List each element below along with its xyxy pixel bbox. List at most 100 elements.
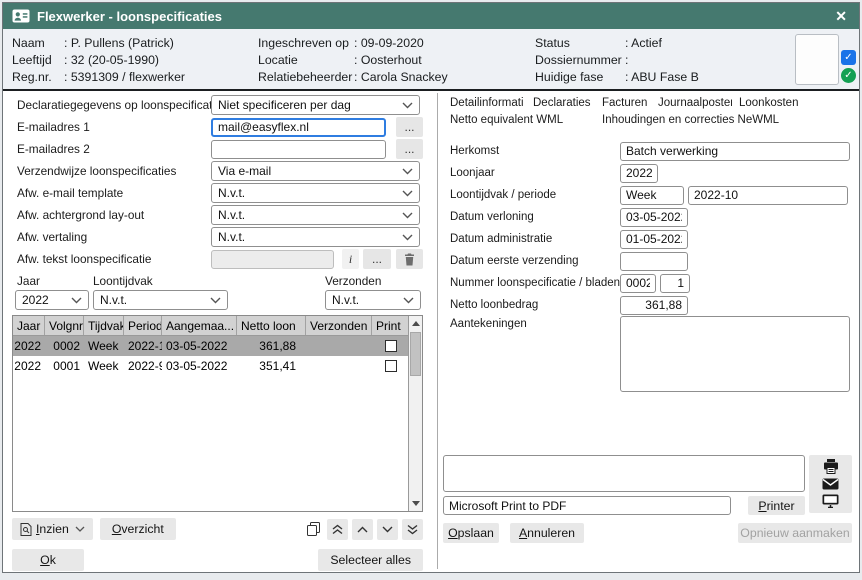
email1-browse-button[interactable]: ...: [396, 117, 423, 137]
table-row[interactable]: 2022 0002 Week 2022-10 03-05-2022 361,88: [13, 336, 422, 356]
move-down-button[interactable]: [377, 519, 398, 540]
declaratiegegevens-select[interactable]: Niet specificeren per dag: [211, 95, 420, 115]
cell-verzonden: [306, 356, 372, 376]
loontijdvak-input[interactable]: [620, 186, 684, 205]
tab-journaalposten[interactable]: Journaalposten: [658, 97, 732, 109]
chevron-down-icon: [402, 102, 413, 109]
screen-view-button[interactable]: [809, 493, 852, 510]
datum-verloning-row: Datum verloning: [450, 206, 855, 228]
ok-button[interactable]: Ok: [12, 549, 84, 571]
netto-loonbedrag-input[interactable]: [620, 296, 688, 315]
cell-jaar: 2022: [13, 356, 45, 376]
close-icon[interactable]: ✕: [832, 8, 850, 25]
opnieuw-aanmaken-button[interactable]: Opnieuw aanmaken: [738, 523, 852, 543]
scroll-down-icon[interactable]: [409, 496, 422, 511]
aantekeningen-textarea[interactable]: [620, 316, 850, 392]
print-checkbox[interactable]: [385, 340, 397, 352]
aantekeningen-label: Aantekeningen: [450, 318, 620, 330]
move-first-button[interactable]: [327, 519, 348, 540]
col-verzonden[interactable]: Verzonden: [306, 316, 372, 335]
cell-netto: 361,88: [237, 336, 306, 356]
datum-administratie-label: Datum administratie: [450, 233, 620, 245]
email1-input[interactable]: [211, 118, 386, 137]
delete-button[interactable]: [396, 249, 423, 269]
printer-button[interactable]: Printer: [748, 496, 805, 515]
col-periode[interactable]: Periode: [124, 316, 162, 335]
document-icon: [20, 523, 32, 536]
print-queue-box[interactable]: [443, 455, 805, 492]
verzonden-filter-select[interactable]: N.v.t.: [325, 290, 421, 310]
datum-verloning-input[interactable]: [620, 208, 688, 227]
regnr-label: Reg.nr.: [12, 70, 64, 84]
scrollbar-thumb[interactable]: [410, 332, 421, 376]
tab-facturen[interactable]: Facturen: [602, 97, 650, 109]
scroll-up-icon[interactable]: [409, 316, 422, 331]
datum-eerste-verzending-input[interactable]: [620, 252, 688, 271]
nummer-loonspecificatie-input[interactable]: [620, 274, 656, 293]
copy-pages-button[interactable]: [303, 519, 323, 540]
chevron-double-down-icon: [407, 524, 418, 535]
tab-detailinformatie[interactable]: Detailinformatie: [450, 97, 524, 109]
header-col-registration: Ingeschreven op09-09-2020 LocatieOosterh…: [258, 34, 448, 85]
email2-input[interactable]: [211, 140, 386, 159]
cell-volgnr: 0001: [45, 356, 84, 376]
col-aangemaakt[interactable]: Aangemaa...: [162, 316, 237, 335]
loonjaar-input[interactable]: [620, 164, 658, 183]
jaar-filter-label: Jaar: [17, 274, 40, 288]
annuleren-button[interactable]: Annuleren: [510, 523, 584, 543]
verzendwijze-select[interactable]: Via e-mail: [211, 161, 420, 181]
achtergrond-layout-select[interactable]: N.v.t.: [211, 205, 420, 225]
subtab-netto-equivalent-wml[interactable]: Netto equivalent WML: [450, 114, 585, 126]
email-send-button[interactable]: [809, 475, 852, 492]
netto-loonbedrag-label: Netto loonbedrag: [450, 299, 620, 311]
bladen-input[interactable]: [660, 274, 690, 293]
subtab-inhoudingen-correcties[interactable]: Inhoudingen en correcties NeWML: [602, 114, 792, 126]
jaar-filter-select[interactable]: 2022: [15, 290, 89, 310]
cell-volgnr: 0002: [45, 336, 84, 356]
print-checkbox[interactable]: [385, 360, 397, 372]
tab-declaraties[interactable]: Declaraties: [533, 97, 595, 109]
col-jaar[interactable]: Jaar: [13, 316, 45, 335]
loontijdvak-filter-select[interactable]: N.v.t.: [93, 290, 228, 310]
printer-name-input[interactable]: [443, 496, 731, 515]
tekst-browse-button[interactable]: ...: [363, 249, 391, 269]
vertaling-select[interactable]: N.v.t.: [211, 227, 420, 247]
table-header: Jaar Volgnr Tijdvak Periode Aangemaa... …: [13, 316, 422, 336]
table-row[interactable]: 2022 0001 Week 2022-9 03-05-2022 351,41: [13, 356, 422, 376]
print-button[interactable]: [809, 458, 852, 475]
herkomst-input[interactable]: [620, 142, 850, 161]
green-check-icon[interactable]: ✓: [841, 68, 856, 83]
selecteer-alles-button[interactable]: Selecteer alles: [318, 549, 423, 571]
move-last-button[interactable]: [402, 519, 423, 540]
inzien-button[interactable]: Inzien: [12, 518, 93, 540]
vertaling-row: Afw. vertaling N.v.t.: [12, 226, 423, 248]
datum-eerste-verzending-label: Datum eerste verzending: [450, 255, 620, 267]
loonjaar-row: Loonjaar: [450, 162, 855, 184]
col-volgnr[interactable]: Volgnr: [45, 316, 84, 335]
blue-checkbox-icon[interactable]: ✓: [841, 50, 856, 65]
col-tijdvak[interactable]: Tijdvak: [84, 316, 124, 335]
overzicht-button[interactable]: Overzicht: [100, 518, 176, 540]
email-template-select[interactable]: N.v.t.: [211, 183, 420, 203]
loonspecificaties-table: Jaar Volgnr Tijdvak Periode Aangemaa... …: [12, 315, 423, 512]
chevron-down-icon: [71, 297, 82, 304]
col-netto-loon[interactable]: Netto loon: [237, 316, 306, 335]
col-print[interactable]: Print: [372, 316, 409, 335]
tab-loonkosten[interactable]: Loonkosten: [739, 97, 801, 109]
relatiebeheerder-value: Carola Snackey: [354, 70, 448, 84]
window-title: Flexwerker - loonspecificaties: [37, 9, 832, 24]
status-value: Actief: [625, 36, 662, 50]
nummer-bladen-row: Nummer loonspecificatie / bladen: [450, 272, 855, 294]
periode-input[interactable]: [688, 186, 848, 205]
info-button[interactable]: i: [342, 249, 359, 269]
chevron-down-icon: [210, 297, 221, 304]
opslaan-button[interactable]: Opslaan: [443, 523, 499, 543]
email2-browse-button[interactable]: ...: [396, 139, 423, 159]
datum-administratie-input[interactable]: [620, 230, 688, 249]
nummer-bladen-label: Nummer loonspecificatie / bladen: [450, 277, 620, 289]
leeftijd-label: Leeftijd: [12, 53, 64, 67]
table-scrollbar[interactable]: [408, 316, 422, 511]
move-up-button[interactable]: [352, 519, 373, 540]
achtergrond-layout-label: Afw. achtergrond lay-out: [17, 208, 211, 222]
verzendwijze-label: Verzendwijze loonspecificaties: [17, 164, 211, 178]
